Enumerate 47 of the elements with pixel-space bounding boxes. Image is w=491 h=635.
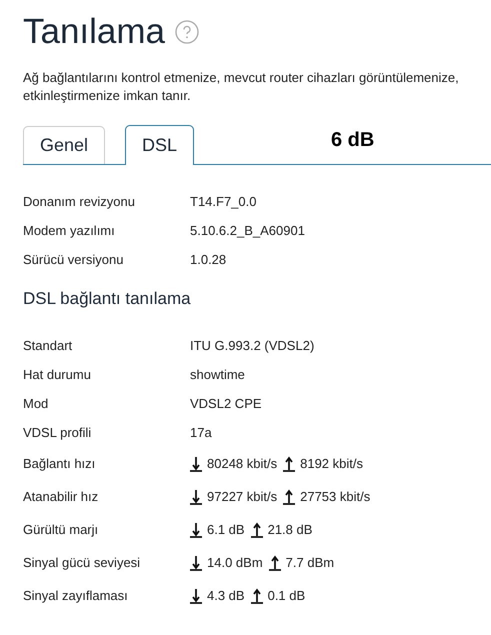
field-value: showtime (190, 366, 245, 384)
field-label: VDSL profili (23, 424, 92, 442)
field-value: 17a (190, 424, 212, 442)
download-icon (190, 456, 202, 472)
description-text: Ağ bağlantılarını kontrol etmenize, mevcut router cihazları görüntülemenize, (23, 69, 460, 87)
page-title: Tanılama (23, 14, 166, 49)
field-value: 1.0.28 (190, 250, 226, 269)
download-icon (190, 522, 202, 538)
field-label: Modem yazılımı (23, 222, 116, 240)
description-text: etkinleştirmenize imkan tanır. (23, 87, 192, 105)
overlay-label: 6 dB (331, 128, 374, 153)
field-value: 80248 kbit/s (207, 455, 278, 474)
field-label: Sinyal gücü seviyesi (23, 554, 142, 572)
field-value: 4.3 dB (207, 587, 245, 606)
field-value: VDSL2 CPE (190, 395, 262, 414)
field-label: Mod (23, 395, 50, 414)
upload-icon (283, 456, 296, 472)
field-label: Atanabilir hız (23, 488, 100, 506)
field-value: 7.7 dBm (286, 554, 334, 572)
field-value: 21.8 dB (268, 521, 312, 540)
download-icon (190, 588, 202, 604)
download-icon (190, 489, 202, 505)
upload-icon (250, 522, 263, 538)
tab[interactable]: Genel (23, 126, 106, 164)
field-label: Donanım revizyonu (23, 192, 136, 211)
field-value: 8192 kbit/s (300, 455, 363, 474)
field-label: Bağlantı hızı (23, 455, 96, 474)
upload-icon (268, 555, 281, 571)
section-title: DSL bağlantı tanılama (23, 288, 192, 310)
field-value: 5.10.6.2_B_A60901 (190, 222, 305, 240)
field-label: Hat durumu (23, 366, 92, 384)
field-label: Standart (23, 337, 74, 356)
field-value: 6.1 dB (207, 521, 245, 540)
field-label: Sinyal zayıflaması (23, 587, 129, 606)
field-value: 27753 kbit/s (300, 488, 370, 506)
field-value: T14.F7_0.0 (190, 192, 256, 211)
field-label: Sürücü versiyonu (23, 250, 124, 269)
upload-icon (283, 489, 296, 505)
help-icon[interactable] (175, 20, 200, 44)
upload-icon (250, 588, 263, 604)
field-value: 0.1 dB (268, 587, 306, 606)
tab[interactable]: DSL (125, 125, 194, 165)
field-value: 97227 kbit/s (207, 488, 278, 506)
field-label: Gürültü marjı (23, 521, 100, 540)
download-icon (190, 555, 202, 571)
field-value: 14.0 dBm (207, 554, 263, 572)
field-value: ITU G.993.2 (VDSL2) (190, 337, 314, 356)
